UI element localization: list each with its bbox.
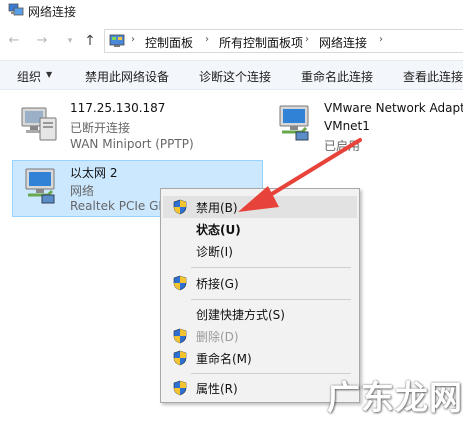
- connection-device: Realtek PCIe GBE: [70, 199, 175, 213]
- title-bar: 网络连接: [0, 0, 463, 22]
- control-panel-icon: [109, 34, 125, 47]
- breadcrumb-separator[interactable]: ›: [131, 34, 135, 45]
- connection-status: VMnet1: [324, 119, 370, 133]
- chevron-down-icon[interactable]: ▼: [46, 70, 52, 79]
- connection-item-pptp[interactable]: 117.25.130.187 已断开连接 WAN Miniport (PPTP): [12, 98, 252, 158]
- breadcrumb-separator[interactable]: ›: [205, 34, 209, 45]
- uac-shield-icon: [173, 275, 187, 291]
- uac-shield-icon: [173, 328, 187, 344]
- menu-item-label: 创建快捷方式(S): [196, 308, 285, 322]
- window-title: 网络连接: [28, 5, 77, 19]
- menu-item-disable[interactable]: 禁用(B): [163, 196, 357, 218]
- menu-item-create-shortcut[interactable]: 创建快捷方式(S): [163, 303, 357, 325]
- menu-item-diagnose[interactable]: 诊断(I): [163, 240, 357, 262]
- breadcrumb-all-control-panel-items[interactable]: 所有控制面板项: [219, 34, 303, 51]
- menu-item-label: 重命名(M): [196, 352, 252, 366]
- up-arrow-icon[interactable]: ↑: [82, 33, 98, 49]
- network-computer-disconnected-icon: [21, 107, 57, 141]
- back-arrow-icon[interactable]: ←: [6, 33, 22, 49]
- uac-shield-icon: [173, 350, 187, 366]
- menu-item-label: 删除(D): [196, 330, 239, 344]
- menu-item-label: 禁用(B): [196, 201, 238, 215]
- menu-item-delete: 删除(D): [163, 325, 357, 347]
- menu-item-label: 属性(R): [196, 382, 238, 396]
- menu-item-rename[interactable]: 重命名(M): [163, 347, 357, 369]
- rename-connection-button[interactable]: 重命名此连接: [301, 68, 373, 85]
- menu-item-label: 状态(U): [196, 223, 241, 237]
- forward-arrow-icon[interactable]: →: [34, 33, 50, 49]
- menu-separator: [191, 267, 351, 268]
- view-connection-status-button[interactable]: 查看此连接: [403, 68, 463, 85]
- uac-shield-icon: [173, 199, 187, 215]
- breadcrumb-separator[interactable]: ›: [305, 34, 309, 45]
- command-bar: 组织 ▼ 禁用此网络设备 诊断这个连接 重命名此连接 查看此连接: [0, 60, 463, 90]
- connection-name: VMware Network Adapter: [324, 101, 463, 115]
- address-bar[interactable]: › 控制面板 › 所有控制面板项 › 网络连接 ›: [104, 29, 463, 53]
- watermark-text: 广东龙网: [327, 378, 463, 417]
- disable-device-button[interactable]: 禁用此网络设备: [85, 68, 169, 85]
- connection-name: 117.25.130.187: [70, 101, 166, 115]
- navigation-bar: ← → ▾ ↑ › 控制面板 › 所有控制面板项 › 网络连接 ›: [0, 28, 463, 56]
- organize-menu-button[interactable]: 组织: [17, 68, 41, 85]
- menu-item-label: 桥接(G): [196, 277, 239, 291]
- menu-item-bridge[interactable]: 桥接(G): [163, 272, 357, 294]
- connection-status: 已断开连接: [70, 121, 131, 135]
- menu-item-label: 诊断(I): [196, 245, 233, 259]
- network-adapter-icon: [25, 168, 55, 204]
- chevron-down-icon[interactable]: ▾: [62, 33, 78, 49]
- network-connections-icon: [8, 3, 24, 16]
- connection-device: WAN Miniport (PPTP): [70, 137, 194, 151]
- connection-device: 已启用: [324, 139, 361, 153]
- connection-item-vmware[interactable]: VMware Network Adapter VMnet1 已启用: [268, 98, 463, 158]
- connection-status: 网络: [70, 184, 95, 198]
- menu-item-status[interactable]: 状态(U): [163, 218, 357, 240]
- menu-separator: [191, 299, 351, 300]
- breadcrumb-network-connections[interactable]: 网络连接: [319, 34, 367, 51]
- breadcrumb-control-panel[interactable]: 控制面板: [145, 34, 193, 51]
- uac-shield-icon: [173, 380, 187, 396]
- diagnose-connection-button[interactable]: 诊断这个连接: [199, 68, 271, 85]
- network-adapter-icon: [279, 105, 309, 141]
- breadcrumb-separator[interactable]: ›: [379, 34, 383, 45]
- connection-name: 以太网 2: [70, 166, 118, 180]
